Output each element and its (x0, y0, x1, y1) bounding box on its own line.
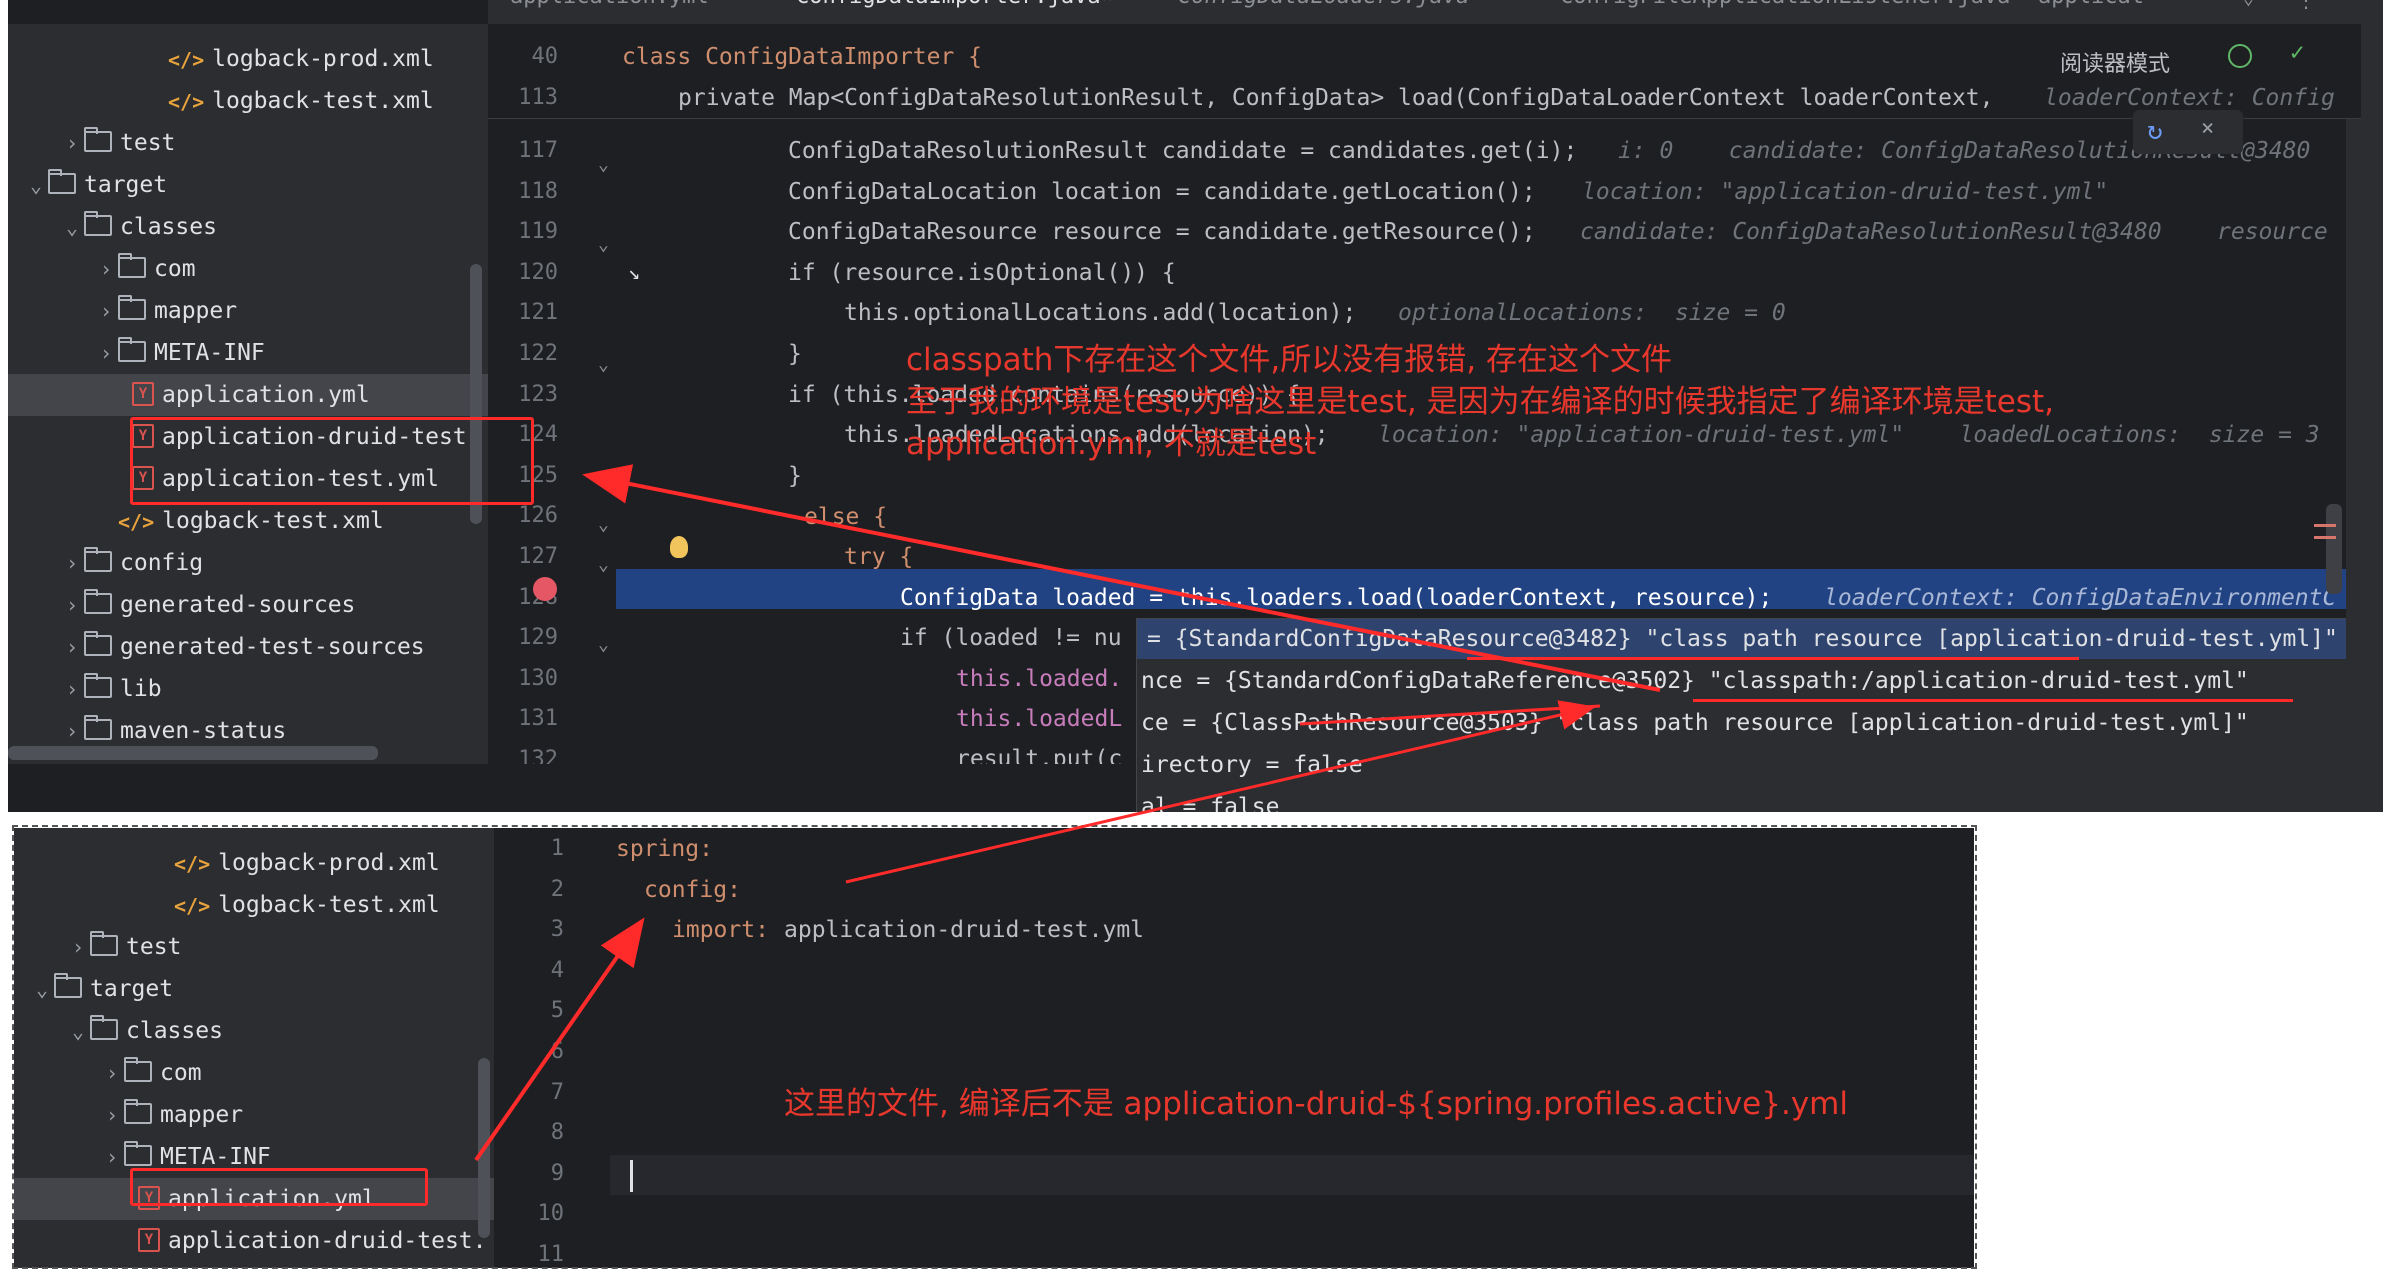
line-number: 40 (531, 44, 559, 69)
close-icon[interactable]: × (2201, 116, 2214, 141)
arrow-line (474, 917, 645, 1162)
inline-hint: loaderContext: Config (2044, 85, 2335, 111)
floating-toolbar: ↻ × (2133, 110, 2243, 154)
check-icon[interactable]: ✓ (2290, 38, 2304, 66)
no-problems-icon[interactable] (2228, 44, 2252, 68)
annotation-arrows (474, 464, 1661, 1162)
reload-icon[interactable]: ↻ (2147, 116, 2163, 146)
reader-mode-label[interactable]: 阅读器模式 (2060, 46, 2170, 78)
sticky-header: 40 113 class ConfigDataImporter { privat… (488, 24, 2361, 119)
code-line-40: class ConfigDataImporter { (622, 44, 983, 70)
line-number: 113 (518, 85, 558, 110)
code-line-113: private Map<ConfigDataResolutionResult, … (678, 85, 1994, 111)
arrow-line (582, 464, 1661, 692)
arrow-line (845, 700, 1596, 884)
